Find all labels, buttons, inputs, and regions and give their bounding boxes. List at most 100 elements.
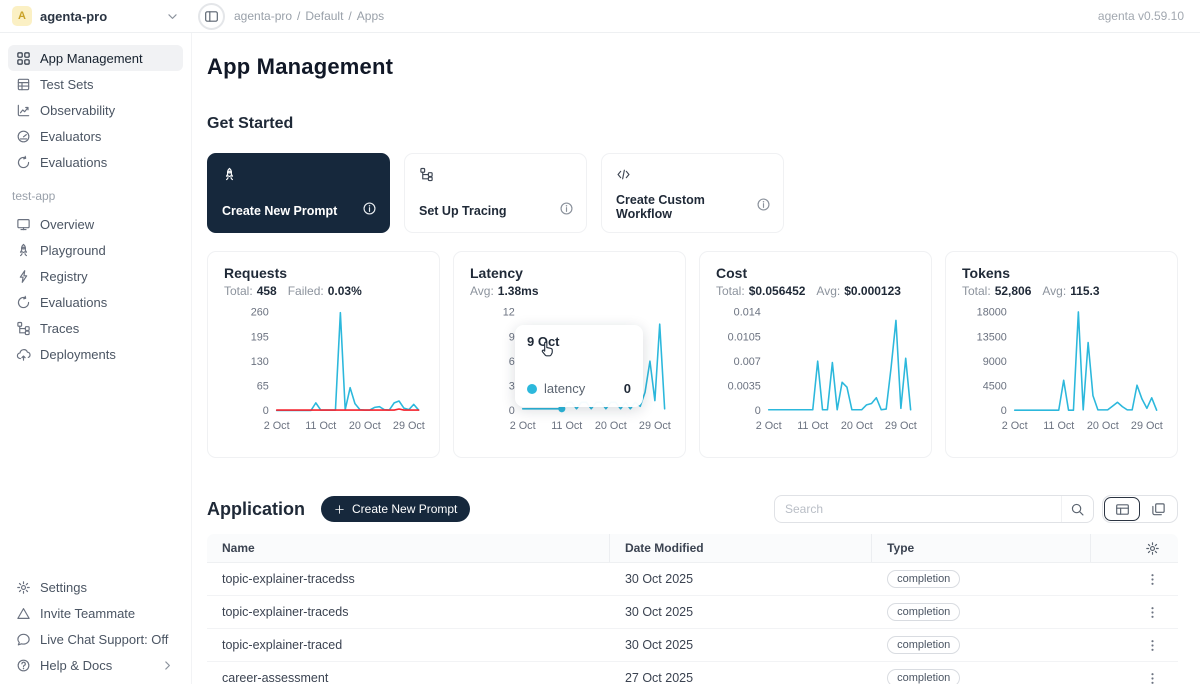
charts-row: RequestsTotal:458Failed:0.03%06513019526… [207,251,1178,458]
grid-icon [16,51,31,66]
get-started-card-label: Set Up Tracing [419,204,507,218]
chart-plot-tokens[interactable]: 04500900013500180002 Oct11 Oct20 Oct29 O… [962,304,1161,442]
chart-title: Latency [470,265,669,281]
plus-icon [334,504,345,515]
stat-value: $0.056452 [749,284,806,298]
refresh-icon [16,155,31,170]
tracing-icon [16,321,31,336]
sidebar-item-evaluations[interactable]: Evaluations [8,149,183,175]
stat-label: Total: [962,284,991,298]
svg-text:9000: 9000 [983,356,1007,368]
svg-text:0: 0 [1001,405,1007,417]
type-badge: completion [887,570,960,588]
table-row-topic-explainer-traceds[interactable]: topic-explainer-traceds30 Oct 2025comple… [207,596,1178,629]
svg-text:20 Oct: 20 Oct [349,420,381,432]
gallery-view-icon [1151,502,1166,517]
breadcrumb-separator: / [348,9,351,23]
column-header-name: Name [222,541,255,555]
sidebar-item-label: Settings [40,580,87,595]
sidebar-item-test-sets[interactable]: Test Sets [8,71,183,97]
sidebar-item-playground[interactable]: Playground [8,237,183,263]
sidebar-item-label: Invite Teammate [40,606,135,621]
sidebar-item-observability[interactable]: Observability [8,97,183,123]
breadcrumb-item-default[interactable]: Default [305,9,343,23]
stat-value: $0.000123 [844,284,901,298]
row-actions-button[interactable] [1145,572,1160,587]
get-started-card-set-up-tracing[interactable]: Set Up Tracing [404,153,587,233]
cloud-upload-icon [16,347,31,362]
top-bar: A agenta-pro agenta-pro/Default/Apps age… [0,0,1200,33]
sidebar-item-overview[interactable]: Overview [8,211,183,237]
sidebar-item-traces[interactable]: Traces [8,315,183,341]
app-name: topic-explainer-traced [222,638,342,652]
column-header-date-modified: Date Modified [625,541,704,555]
svg-text:130: 130 [251,356,269,368]
sidebar-item-label: Overview [40,217,94,232]
sidebar-item-deployments[interactable]: Deployments [8,341,183,367]
sidebar-item-label: Observability [40,103,115,118]
table-view-button[interactable] [1104,497,1140,521]
row-actions-button[interactable] [1145,638,1160,653]
breadcrumb-item-agenta-pro[interactable]: agenta-pro [234,9,292,23]
sidebar-item-label: App Management [40,51,143,66]
get-started-card-label: Create New Prompt [222,204,337,218]
rocket-icon [16,243,31,258]
chart-title: Tokens [962,265,1161,281]
info-icon-button[interactable] [362,201,377,221]
info-icon-button[interactable] [559,201,574,221]
chart-plot-requests[interactable]: 0651301952602 Oct11 Oct20 Oct29 Oct [224,304,423,442]
date-modified: 30 Oct 2025 [625,638,693,652]
table-row-topic-explainer-traced[interactable]: topic-explainer-traced30 Oct 2025complet… [207,629,1178,662]
get-started-card-label: Create Custom Workflow [616,193,756,221]
gear-icon [16,580,31,595]
monitor-icon [16,217,31,232]
tooltip-series-row: latency 0 [527,381,631,398]
test-sets-icon [16,77,31,92]
search-input[interactable] [775,502,1061,516]
table-row-career-assessment[interactable]: career-assessment27 Oct 2025completion [207,662,1178,684]
breadcrumb-item-apps[interactable]: Apps [357,9,384,23]
sidebar-item-registry[interactable]: Registry [8,263,183,289]
sidebar-item-app-management[interactable]: App Management [8,45,183,71]
table-header: NameDate ModifiedType [207,534,1178,563]
svg-text:29 Oct: 29 Oct [639,420,671,432]
sidebar-toggle-button[interactable] [198,3,225,30]
stat-label: Avg: [1042,284,1066,298]
sidebar-item-evaluations[interactable]: Evaluations [8,289,183,315]
svg-text:12: 12 [503,307,515,319]
table-row-topic-explainer-tracedss[interactable]: topic-explainer-tracedss30 Oct 2025compl… [207,563,1178,596]
type-badge: completion [887,603,960,621]
svg-text:0: 0 [755,405,761,417]
date-modified: 30 Oct 2025 [625,605,693,619]
sidebar-section-label-test-app: test-app [8,175,183,211]
sidebar-item-help-docs[interactable]: Help & Docs [8,652,183,678]
stat-value: 52,806 [995,284,1032,298]
stat-label: Total: [224,284,253,298]
sidebar-item-live-chat-support-off[interactable]: Live Chat Support: Off [8,626,183,652]
svg-text:260: 260 [251,307,269,319]
get-started-card-create-custom-workflow[interactable]: Create Custom Workflow [601,153,784,233]
sidebar-item-label: Test Sets [40,77,93,92]
search-button[interactable] [1061,496,1093,522]
sidebar-item-evaluators[interactable]: Evaluators [8,123,183,149]
workspace-selector[interactable]: A agenta-pro [0,0,192,32]
refresh-icon [16,295,31,310]
row-actions-button[interactable] [1145,605,1160,620]
code-icon [616,167,631,182]
get-started-cards: Create New Prompt Set Up Tracing Create Cu… [207,153,1178,233]
table-settings-icon[interactable] [1145,541,1160,556]
search-icon [1070,502,1085,517]
chevron-right-icon [160,658,175,673]
chart-title: Cost [716,265,915,281]
help-icon [16,658,31,673]
sidebar-item-settings[interactable]: Settings [8,574,183,600]
sidebar-item-invite-teammate[interactable]: Invite Teammate [8,600,183,626]
chart-plot-cost[interactable]: 00.00350.0070.01050.0142 Oct11 Oct20 Oct… [716,304,915,442]
get-started-card-create-new-prompt[interactable]: Create New Prompt [207,153,390,233]
gallery-view-button[interactable] [1140,497,1176,521]
create-new-prompt-button[interactable]: Create New Prompt [321,496,470,522]
info-icon-button[interactable] [756,197,771,217]
sidebar-item-label: Evaluations [40,155,107,170]
row-actions-button[interactable] [1145,671,1160,684]
sidebar-item-label: Live Chat Support: Off [40,632,168,647]
